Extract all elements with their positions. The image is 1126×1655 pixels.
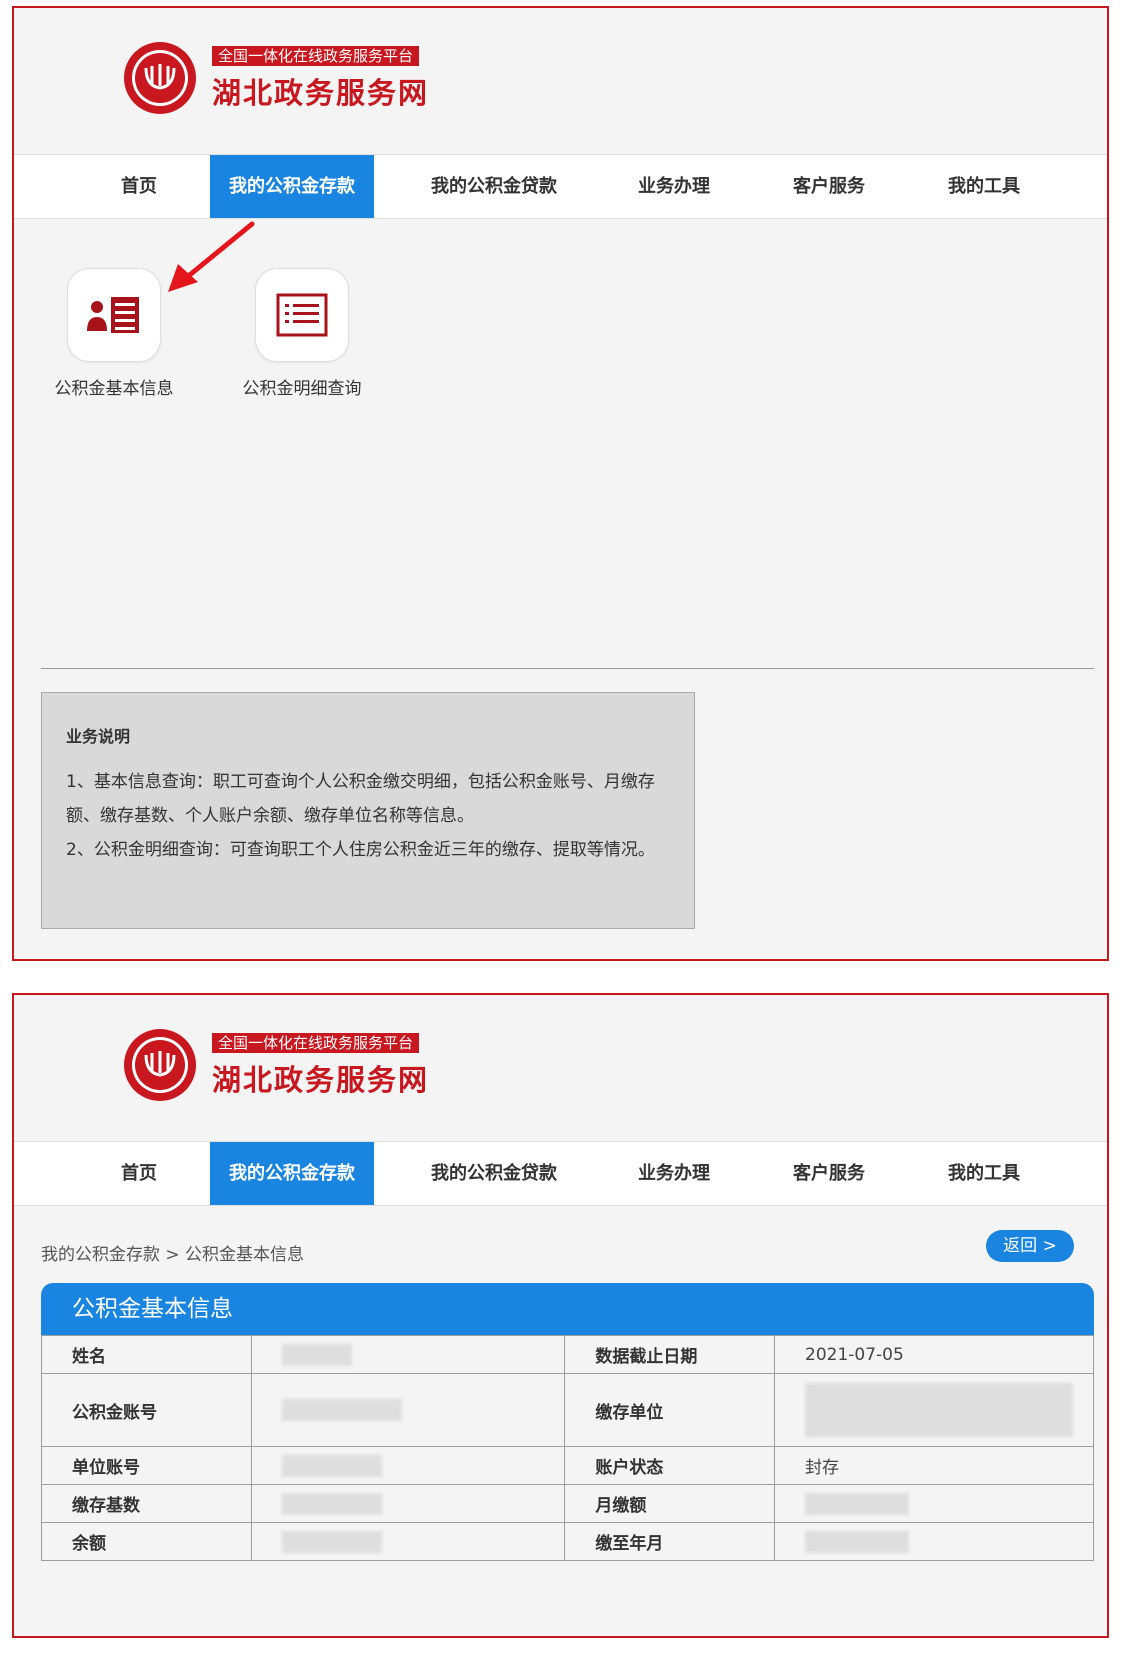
label-unit-account: 单位账号 — [41, 1446, 252, 1485]
nav-my-loan[interactable]: 我的公积金贷款 — [404, 155, 584, 218]
nav-business[interactable]: 业务办理 — [604, 155, 744, 218]
nav-my-loan[interactable]: 我的公积金贷款 — [404, 1142, 584, 1205]
nav-my-deposit[interactable]: 我的公积金存款 — [210, 155, 374, 218]
value-account-status: 封存 — [774, 1446, 1094, 1485]
nav-business[interactable]: 业务办理 — [604, 1142, 744, 1205]
divider — [41, 668, 1094, 669]
value-cutoff-date: 2021-07-05 — [774, 1335, 1094, 1374]
notes-line-3: 2、公积金明细查询：可查询职工个人住房公积金近三年的缴存、提取等情况。 — [66, 840, 655, 860]
site-title: 湖北政务服务网 — [212, 1063, 430, 1097]
nav-my-deposit[interactable]: 我的公积金存款 — [210, 1142, 374, 1205]
value-base-amount — [250, 1484, 566, 1523]
table-row: 姓名 数据截止日期 2021-07-05 — [41, 1335, 1094, 1374]
label-name: 姓名 — [41, 1335, 252, 1374]
site-header: 全国一体化在线政务服务平台 湖北政务服务网 — [14, 995, 1107, 1141]
table-row: 公积金账号 缴存单位 — [41, 1373, 1094, 1447]
tile-detail-query[interactable]: 公积金明细查询 — [202, 268, 402, 399]
nav-home[interactable]: 首页 — [64, 1142, 214, 1205]
table-row: 缴存基数 月缴额 — [41, 1484, 1094, 1523]
section-title: 公积金基本信息 — [41, 1283, 1094, 1335]
label-paid-until: 缴至年月 — [564, 1522, 776, 1561]
person-card-icon — [67, 268, 161, 362]
value-paid-until — [774, 1522, 1094, 1561]
value-unit-account — [250, 1446, 566, 1485]
nav-customer-service[interactable]: 客户服务 — [764, 155, 894, 218]
tile-basic-info-label: 公积金基本信息 — [54, 379, 174, 399]
list-detail-icon — [255, 268, 349, 362]
nav-home[interactable]: 首页 — [64, 155, 214, 218]
site-header: 全国一体化在线政务服务平台 湖北政务服务网 — [14, 8, 1107, 154]
back-button[interactable]: 返回 > — [986, 1230, 1074, 1262]
table-row: 余额 缴至年月 — [41, 1522, 1094, 1561]
main-nav: 首页 我的公积金存款 我的公积金贷款 业务办理 客户服务 我的工具 — [14, 1141, 1107, 1206]
tile-detail-query-label: 公积金明细查询 — [242, 379, 362, 399]
service-list-screen: 全国一体化在线政务服务平台 湖北政务服务网 首页 我的公积金存款 我的公积金贷款… — [12, 6, 1109, 961]
value-name — [250, 1335, 566, 1374]
site-title: 湖北政务服务网 — [212, 76, 430, 110]
basic-info-screen: 全国一体化在线政务服务平台 湖北政务服务网 首页 我的公积金存款 我的公积金贷款… — [12, 993, 1109, 1638]
basic-info-table: 姓名 数据截止日期 2021-07-05 公积金账号 缴存单位 单位账号 账户状… — [41, 1335, 1094, 1561]
nav-my-tools[interactable]: 我的工具 — [914, 1142, 1054, 1205]
hubei-seal-logo-icon — [124, 1029, 196, 1101]
notes-line-1: 1、基本信息查询：职工可查询个人公积金缴交明细，包括公积金账号、月缴存 — [66, 772, 655, 792]
main-nav: 首页 我的公积金存款 我的公积金贷款 业务办理 客户服务 我的工具 — [14, 154, 1107, 219]
label-employer: 缴存单位 — [564, 1373, 776, 1447]
value-account-no — [250, 1373, 566, 1447]
hubei-seal-logo-icon — [124, 42, 196, 114]
label-account-no: 公积金账号 — [41, 1373, 252, 1447]
value-balance — [250, 1522, 566, 1561]
label-base-amount: 缴存基数 — [41, 1484, 252, 1523]
notes-title: 业务说明 — [66, 727, 131, 746]
label-cutoff-date: 数据截止日期 — [564, 1335, 776, 1374]
value-employer — [774, 1373, 1094, 1447]
breadcrumb: 我的公积金存款 > 公积金基本信息 — [41, 1245, 305, 1265]
business-notes: 业务说明 1、基本信息查询：职工可查询个人公积金缴交明细，包括公积金账号、月缴存… — [41, 692, 695, 929]
tile-basic-info[interactable]: 公积金基本信息 — [14, 268, 214, 399]
label-monthly-amount: 月缴额 — [564, 1484, 776, 1523]
nav-my-tools[interactable]: 我的工具 — [914, 155, 1054, 218]
label-account-status: 账户状态 — [564, 1446, 776, 1485]
platform-tag: 全国一体化在线政务服务平台 — [212, 1033, 420, 1053]
value-monthly-amount — [774, 1484, 1094, 1523]
table-row: 单位账号 账户状态 封存 — [41, 1446, 1094, 1485]
notes-line-2: 额、缴存基数、个人账户余额、缴存单位名称等信息。 — [66, 806, 474, 826]
nav-customer-service[interactable]: 客户服务 — [764, 1142, 894, 1205]
label-balance: 余额 — [41, 1522, 252, 1561]
platform-tag: 全国一体化在线政务服务平台 — [212, 46, 420, 66]
